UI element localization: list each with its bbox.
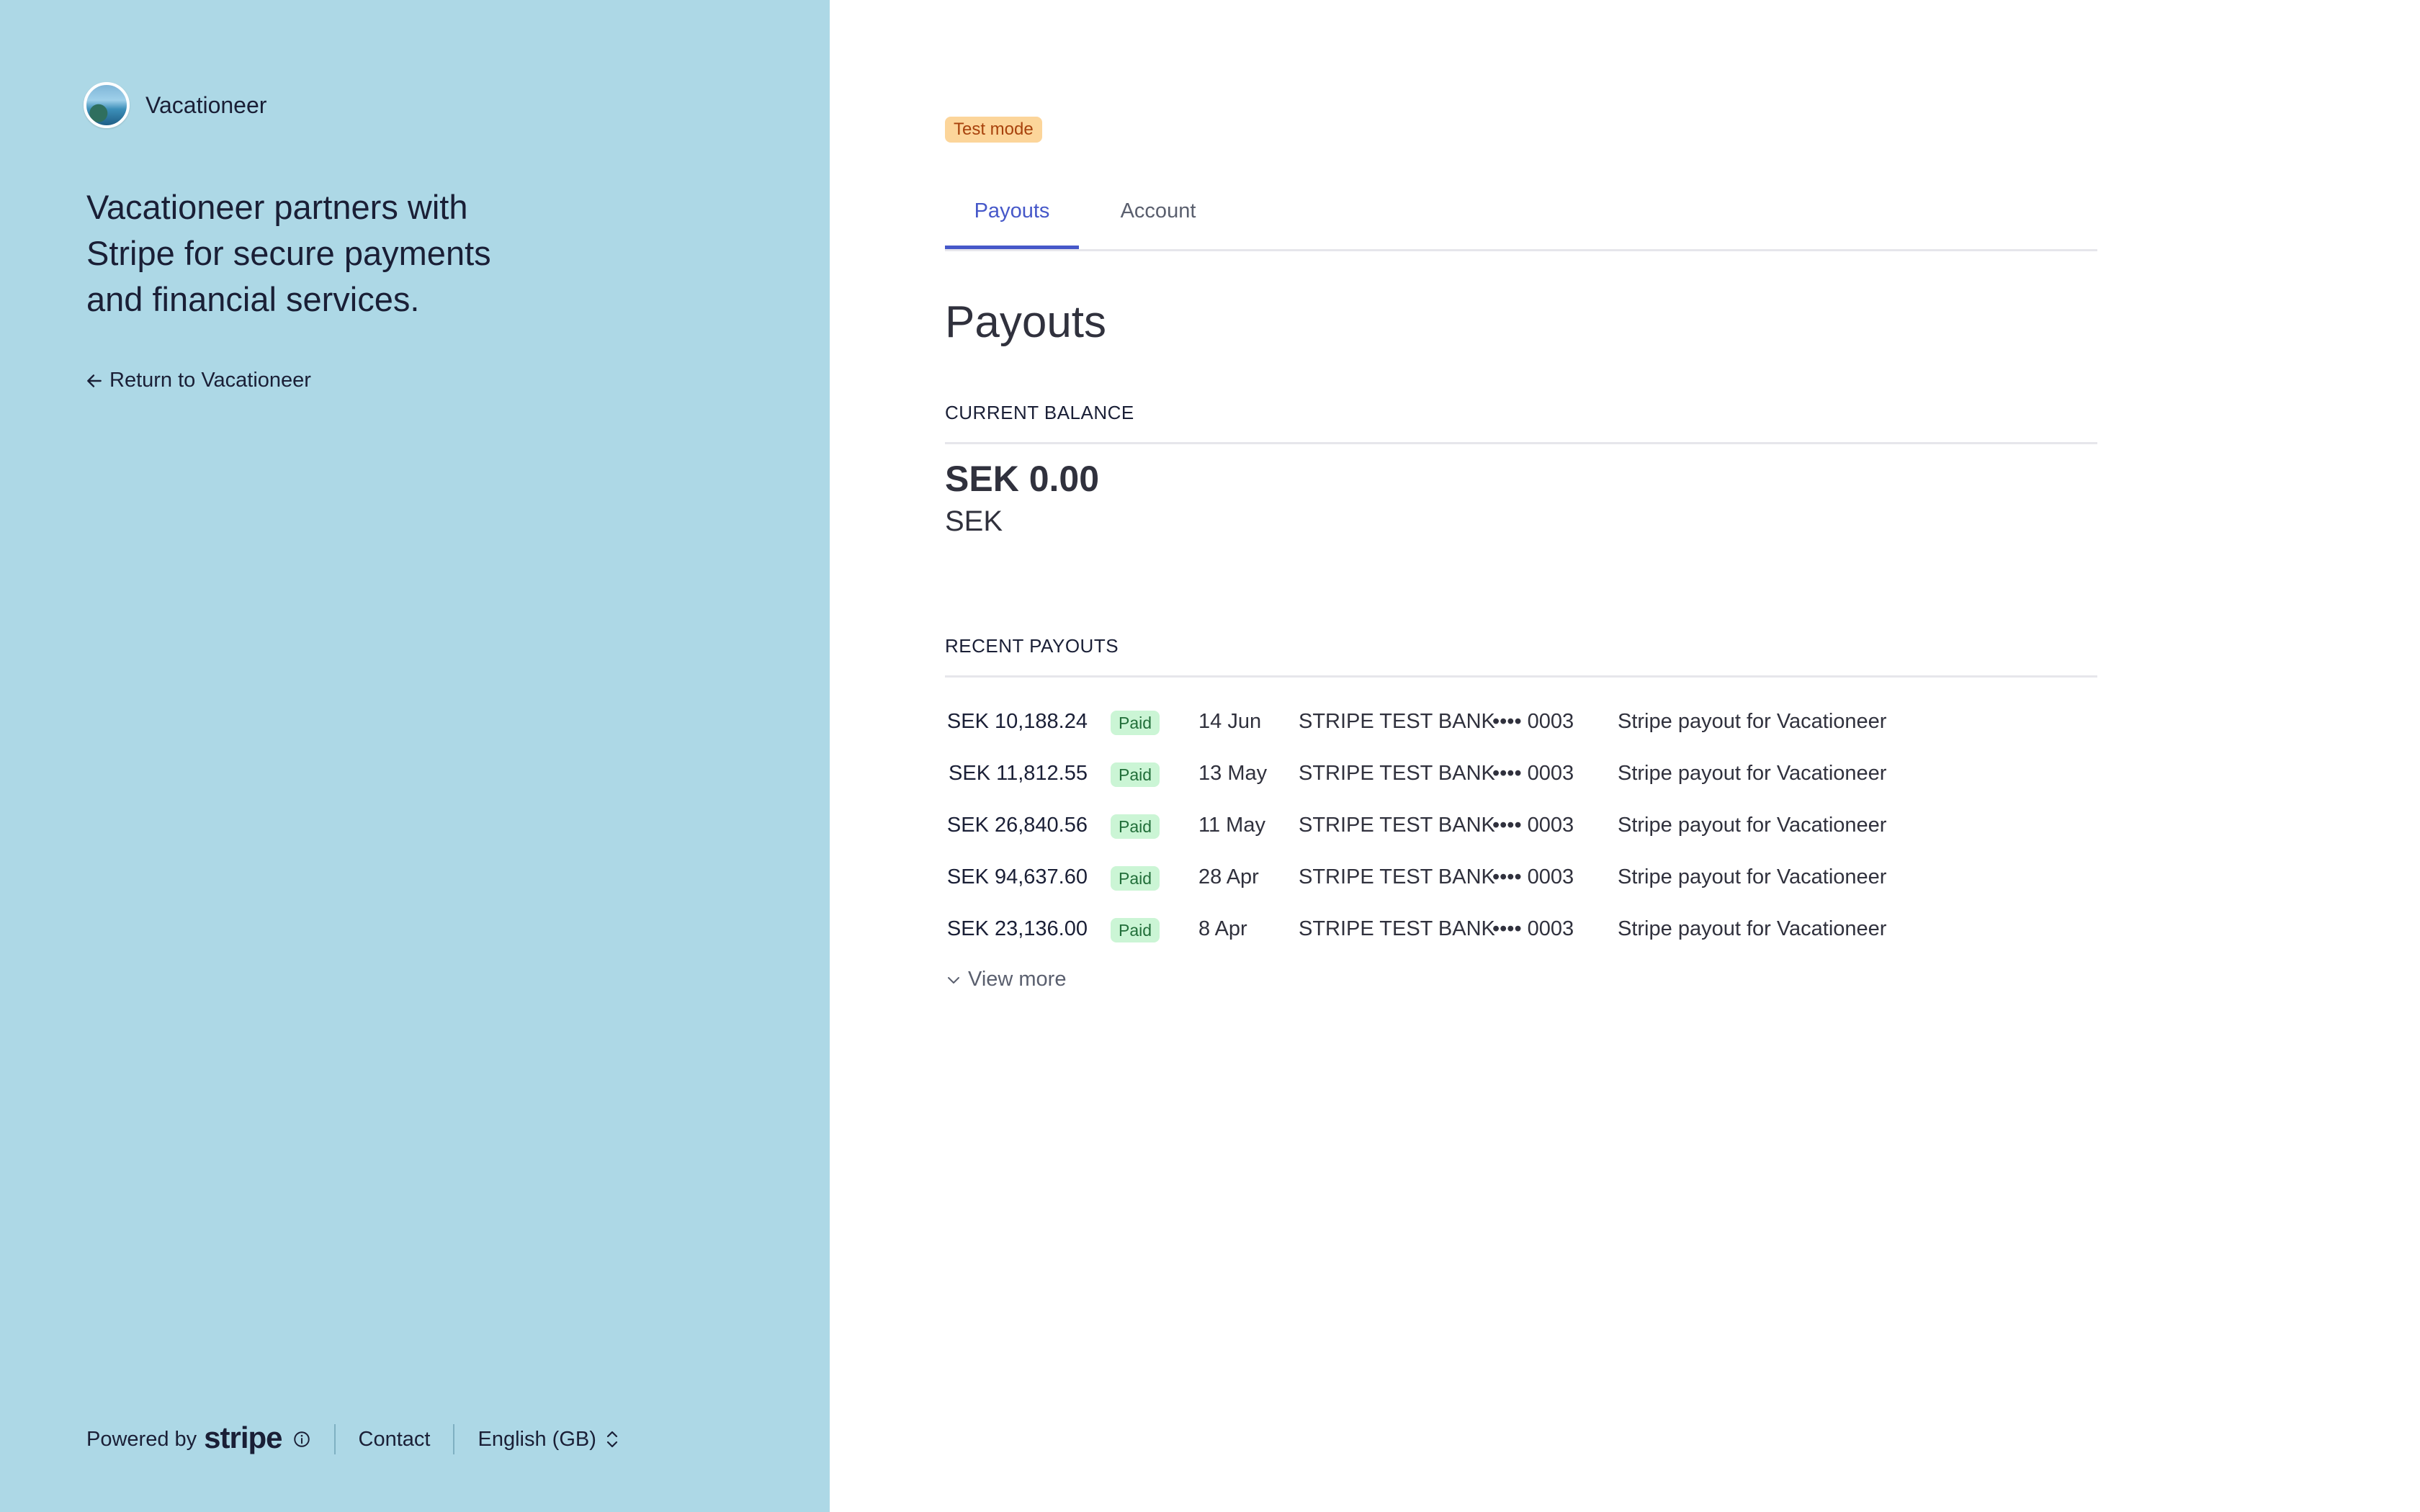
payout-row[interactable]: SEK 94,637.60 Paid 28 Apr STRIPE TEST BA…	[945, 851, 2097, 903]
payout-row[interactable]: SEK 23,136.00 Paid 8 Apr STRIPE TEST BAN…	[945, 903, 2097, 955]
view-more-label: View more	[968, 968, 1067, 991]
payout-row[interactable]: SEK 10,188.24 Paid 14 Jun STRIPE TEST BA…	[945, 696, 2097, 747]
footer-divider	[453, 1424, 455, 1454]
tagline: Vacationeer partners with Stripe for sec…	[86, 188, 491, 318]
return-link-label: Return to Vacationeer	[109, 369, 311, 392]
return-link[interactable]: Return to Vacationeer	[85, 369, 311, 392]
status-badge: Paid	[1111, 866, 1160, 891]
payout-account-last4: •••• 0003	[1492, 710, 1574, 733]
status-badge: Paid	[1111, 918, 1160, 942]
current-balance-label: CURRENT BALANCE	[945, 402, 1134, 423]
footer: Powered by stripe Contact English (GB)	[86, 1421, 619, 1457]
contact-link[interactable]: Contact	[359, 1428, 431, 1452]
section-divider	[945, 675, 2097, 678]
language-selector[interactable]: English (GB)	[478, 1428, 619, 1452]
payout-account-last4: •••• 0003	[1492, 814, 1574, 837]
payout-amount: SEK 94,637.60	[946, 865, 1088, 888]
balance-currency: SEK	[945, 505, 1003, 537]
tab-bar: Payouts Account	[945, 189, 2097, 251]
payout-bank: STRIPE TEST BANK	[1299, 865, 1495, 888]
brand-name: Vacationeer	[145, 91, 267, 118]
payout-amount: SEK 10,188.24	[946, 710, 1088, 733]
test-mode-badge: Test mode	[945, 117, 1042, 143]
recent-payouts-label: RECENT PAYOUTS	[945, 635, 1119, 657]
arrow-left-icon	[87, 374, 102, 387]
payout-date: 14 Jun	[1198, 710, 1262, 733]
powered-by-label: Powered by	[86, 1427, 197, 1451]
sidebar-panel: Vacationeer Vacationeer partners with St…	[0, 0, 830, 1512]
section-divider	[945, 442, 2097, 444]
payout-description: Stripe payout for Vacationeer	[1618, 762, 1887, 785]
payout-bank: STRIPE TEST BANK	[1299, 710, 1495, 733]
powered-by-stripe[interactable]: Powered by stripe	[86, 1421, 311, 1457]
tab-payouts[interactable]: Payouts	[945, 189, 1079, 249]
payout-date: 8 Apr	[1198, 917, 1247, 940]
payout-description: Stripe payout for Vacationeer	[1618, 710, 1887, 733]
payout-account-last4: •••• 0003	[1492, 865, 1574, 888]
stripe-logo: stripe	[204, 1421, 282, 1454]
payout-account-last4: •••• 0003	[1492, 762, 1574, 785]
payout-date: 28 Apr	[1198, 865, 1259, 888]
payout-bank: STRIPE TEST BANK	[1299, 814, 1495, 837]
footer-divider	[333, 1424, 336, 1454]
payout-description: Stripe payout for Vacationeer	[1618, 814, 1887, 837]
payout-date: 13 May	[1198, 762, 1268, 785]
payout-account-last4: •••• 0003	[1492, 917, 1574, 940]
status-badge: Paid	[1111, 711, 1160, 735]
tab-account[interactable]: Account	[1108, 189, 1209, 249]
balance-amount: SEK 0.00	[945, 459, 1100, 499]
payout-description: Stripe payout for Vacationeer	[1618, 865, 1887, 888]
payout-amount: SEK 26,840.56	[946, 814, 1088, 837]
view-more-button[interactable]: View more	[945, 968, 1066, 991]
payout-description: Stripe payout for Vacationeer	[1618, 917, 1887, 940]
status-badge: Paid	[1111, 762, 1160, 787]
payout-row[interactable]: SEK 11,812.55 Paid 13 May STRIPE TEST BA…	[945, 747, 2097, 799]
page-title: Payouts	[945, 297, 1107, 347]
payout-bank: STRIPE TEST BANK	[1299, 762, 1495, 785]
brand: Vacationeer	[84, 82, 266, 128]
info-icon[interactable]	[292, 1430, 311, 1449]
chevron-down-icon	[948, 976, 959, 984]
payout-date: 11 May	[1198, 814, 1265, 837]
payout-row[interactable]: SEK 26,840.56 Paid 11 May STRIPE TEST BA…	[945, 799, 2097, 851]
language-label: English (GB)	[478, 1427, 596, 1451]
payout-bank: STRIPE TEST BANK	[1299, 917, 1495, 940]
brand-logo-avatar	[84, 82, 130, 128]
payout-amount: SEK 11,812.55	[949, 762, 1088, 785]
payout-amount: SEK 23,136.00	[946, 917, 1088, 940]
chevron-up-down-icon	[606, 1431, 617, 1448]
status-badge: Paid	[1111, 814, 1160, 839]
